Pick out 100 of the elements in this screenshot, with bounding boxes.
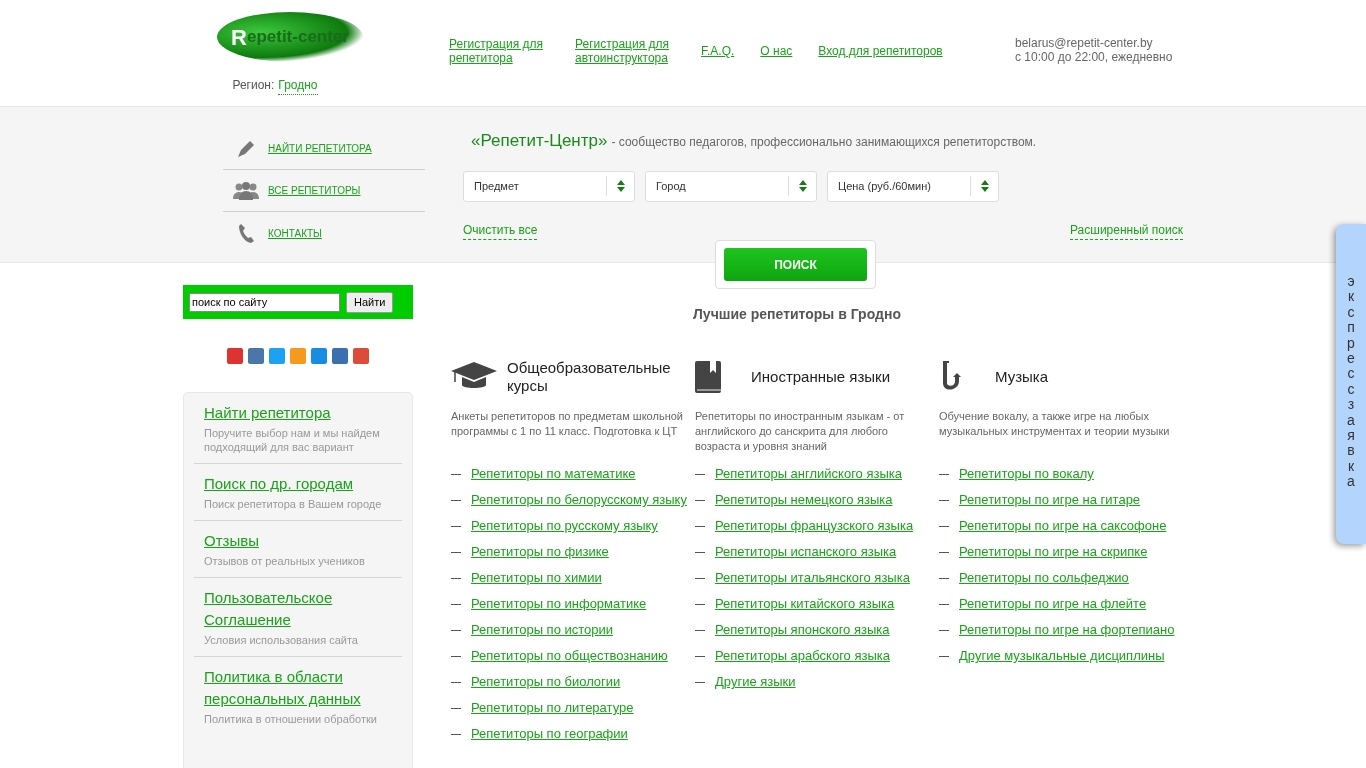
subject-link[interactable]: Репетиторы по истории	[471, 622, 614, 638]
dash-marker	[939, 630, 949, 631]
region-link[interactable]: Гродно	[278, 76, 318, 95]
subject-link[interactable]: Репетиторы арабского языка	[715, 648, 890, 664]
dash-marker	[451, 734, 461, 735]
subject-link[interactable]: Репетиторы по математике	[471, 466, 636, 482]
nav-link[interactable]: О нас	[760, 44, 793, 58]
category-description: Обучение вокалу, а также игре на любых музыкальных инструментах и теории музыки	[939, 409, 1171, 439]
dash-marker	[451, 578, 461, 579]
nav-link[interactable]: F.A.Q.	[701, 44, 735, 58]
advanced-search-link[interactable]: Расширенный поиск	[1070, 220, 1183, 240]
section-heading: Лучшие репетиторы в Гродно	[692, 305, 902, 324]
contact-email: belarus@repetit-center.by	[1015, 36, 1154, 50]
find-button[interactable]: Найти	[346, 291, 394, 313]
subject-link[interactable]: Репетиторы по белорусскому языку	[471, 492, 687, 508]
category-title: Иностранные языки	[751, 368, 891, 386]
region-label: Регион:	[232, 77, 275, 94]
panel-description: Поручите выбор нам и мы найдем подходящий для вас вариант	[204, 426, 381, 454]
subject-link[interactable]: Репетиторы по сольфеджио	[959, 570, 1129, 586]
panel-description: Политика в отношении обработки	[204, 712, 378, 726]
panel-description: Отзывов от реальных учеников	[204, 554, 366, 568]
subject-link[interactable]: Репетиторы китайского языка	[715, 596, 895, 612]
subject-link[interactable]: Другие музыкальные дисциплины	[959, 648, 1165, 664]
dash-marker	[939, 656, 949, 657]
sort-arrows-icon	[616, 180, 625, 192]
dash-marker	[695, 578, 705, 579]
subject-link[interactable]: Репетиторы французского языка	[715, 518, 914, 534]
express-request-tab[interactable]: экспресс заявка	[1336, 224, 1366, 544]
clear-all-link[interactable]: Очистить все	[463, 220, 538, 240]
dash-marker	[695, 500, 705, 501]
dash-marker	[451, 656, 461, 657]
dash-marker	[695, 630, 705, 631]
filter-dropdown[interactable]: Цена (руб./60мин)	[827, 170, 999, 202]
side-menu-link[interactable]: НАЙТИ РЕПЕТИТОРА	[268, 141, 372, 156]
dash-marker	[939, 604, 949, 605]
side-menu-link[interactable]: КОНТАКТЫ	[268, 225, 322, 241]
panel-link[interactable]: Пользовательское Соглашение	[204, 587, 392, 631]
search-button[interactable]: ПОИСК	[724, 248, 867, 281]
working-hours: с 10:00 до 22:00, ежедневно	[1015, 50, 1174, 64]
subject-link[interactable]: Репетиторы по игре на саксофоне	[959, 518, 1167, 534]
subject-link[interactable]: Другие языки	[715, 674, 796, 690]
nav-link[interactable]: Вход для репетиторов	[818, 44, 943, 58]
nav-link[interactable]: Регистрация для автоинструктора	[575, 37, 675, 65]
subject-link[interactable]: Репетиторы по обществознанию	[471, 648, 668, 664]
people-icon	[232, 181, 259, 200]
subject-link[interactable]: Репетиторы по игре на гитаре	[959, 492, 1141, 508]
dash-marker	[695, 604, 705, 605]
subject-link[interactable]: Репетиторы японского языка	[715, 622, 890, 638]
book-icon	[695, 361, 721, 393]
category-title: Музыка	[995, 368, 1049, 386]
dash-marker	[451, 708, 461, 709]
phone-icon	[237, 223, 254, 243]
dash-marker	[939, 474, 949, 475]
dash-marker	[451, 630, 461, 631]
subject-link[interactable]: Репетиторы по вокалу	[959, 466, 1094, 482]
pen-icon	[235, 138, 256, 159]
subject-link[interactable]: Репетиторы по игре на фортепиано	[959, 622, 1175, 638]
filter-dropdown[interactable]: Город	[645, 170, 817, 202]
subject-link[interactable]: Репетиторы по игре на скрипке	[959, 544, 1148, 560]
subject-link[interactable]: Репетиторы по литературе	[471, 700, 634, 716]
dash-marker	[695, 552, 705, 553]
panel-link[interactable]: Поиск по др. городам	[204, 473, 392, 495]
dash-marker	[939, 552, 949, 553]
side-menu-link[interactable]: ВСЕ РЕПЕТИТОРЫ	[268, 183, 361, 198]
dash-marker	[695, 656, 705, 657]
subject-link[interactable]: Репетиторы по химии	[471, 570, 602, 586]
subject-link[interactable]: Репетиторы английского языка	[715, 466, 902, 482]
category-description: Анкеты репетиторов по предметам школьной программы с 1 по 11 класс. Подготовка к ЦТ	[451, 409, 684, 439]
dash-marker	[451, 604, 461, 605]
subject-link[interactable]: Репетиторы по информатике	[471, 596, 647, 612]
dash-marker	[939, 578, 949, 579]
subject-link[interactable]: Репетиторы по физике	[471, 544, 609, 560]
sort-arrows-icon	[980, 180, 989, 192]
subject-link[interactable]: Репетиторы по географии	[471, 726, 628, 742]
subject-link[interactable]: Репетиторы по биологии	[471, 674, 621, 690]
category-title: Общеобразовательные курсы	[507, 359, 672, 395]
filter-dropdown[interactable]: Предмет	[463, 170, 635, 202]
dash-marker	[695, 526, 705, 527]
dash-marker	[451, 552, 461, 553]
sort-arrows-icon	[798, 180, 807, 192]
dash-marker	[695, 682, 705, 683]
dash-marker	[451, 526, 461, 527]
subject-link[interactable]: Репетиторы по русскому языку	[471, 518, 658, 534]
site-search-field[interactable]: поиск по сайту	[189, 292, 340, 312]
tagline: - сообщество педагогов, профессионально занимающихся репетиторством.	[611, 134, 1037, 151]
dash-marker	[939, 500, 949, 501]
nav-link[interactable]: Регистрация для репетитора	[449, 37, 549, 65]
dash-marker	[451, 682, 461, 683]
panel-description: Поиск репетитора в Вашем городе	[204, 497, 383, 511]
subject-link[interactable]: Репетиторы по игре на флейте	[959, 596, 1147, 612]
panel-description: Условия использования сайта	[204, 633, 359, 647]
subject-link[interactable]: Репетиторы испанского языка	[715, 544, 897, 560]
dash-marker	[695, 474, 705, 475]
panel-link[interactable]: Отзывы	[204, 530, 392, 552]
panel-link[interactable]: Политика в области персональных данных	[204, 666, 392, 710]
panel-link[interactable]: Найти репетитора	[204, 402, 392, 424]
dash-marker	[939, 526, 949, 527]
dash-marker	[451, 474, 461, 475]
subject-link[interactable]: Репетиторы итальянского языка	[715, 570, 910, 586]
subject-link[interactable]: Репетиторы немецкого языка	[715, 492, 893, 508]
